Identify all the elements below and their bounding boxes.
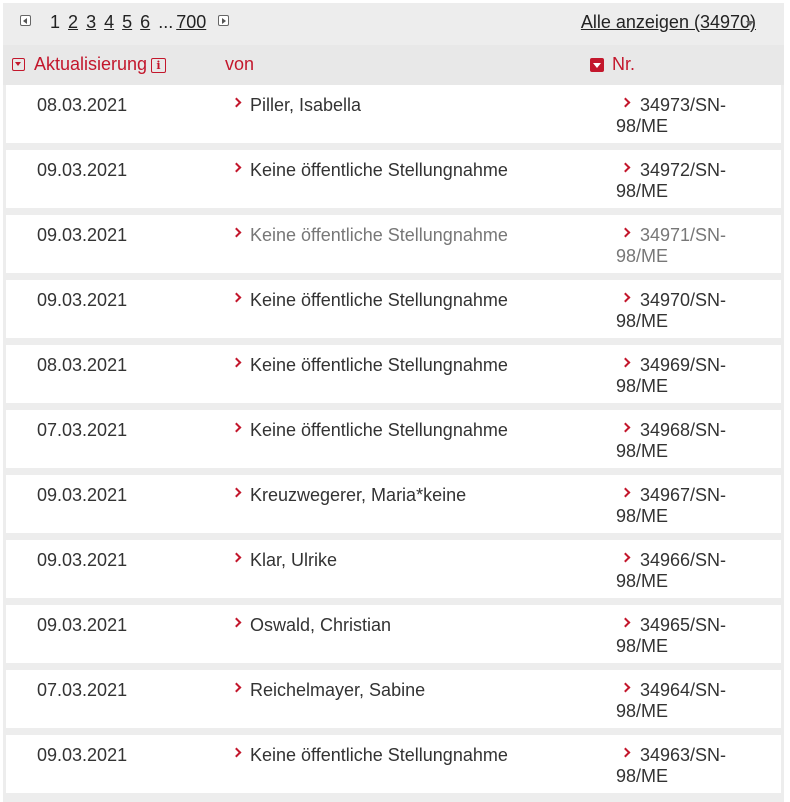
chevron-right-icon [231,357,242,368]
page-ellipsis: ... [158,12,174,32]
row-number-part1: 34965/SN- [640,615,727,635]
row-number-link[interactable]: 34969/SN- 98/ME [616,355,736,397]
row-number-link[interactable]: 34963/SN- 98/ME [616,745,736,787]
chevron-right-icon [231,162,242,173]
row-date: 09.03.2021 [37,550,128,570]
column-header-nr[interactable]: Nr. [612,54,635,75]
row-date: 09.03.2021 [37,290,128,310]
page-links: 1 2 3 4 5 6 ... 700 [50,12,206,33]
table-row: 09.03.2021 Keine öffentliche Stellungnah… [6,215,781,273]
table-row: 09.03.2021 Keine öffentliche Stellungnah… [6,280,781,338]
table-row: 07.03.2021 Reichelmayer, Sabine 34964/SN… [6,670,781,728]
row-number-part2: 98/ME [616,571,669,591]
row-author-link[interactable]: Reichelmayer, Sabine [250,680,425,701]
row-author-link[interactable]: Keine öffentliche Stellungnahme [250,355,508,376]
chevron-right-icon [231,487,242,498]
chevron-right-icon [231,552,242,563]
row-number-link[interactable]: 34967/SN- 98/ME [616,485,736,527]
table-row: 07.03.2021 Keine öffentliche Stellungnah… [6,410,781,468]
row-number-link[interactable]: 34970/SN- 98/ME [616,290,736,332]
column-header-aktualisierung[interactable]: Aktualisierung [34,54,147,75]
table-row: 08.03.2021 Keine öffentliche Stellungnah… [6,345,781,403]
table-row: 09.03.2021 Keine öffentliche Stellungnah… [6,150,781,208]
page-current: 1 [50,12,61,32]
table-row: 09.03.2021 Oswald, Christian 34965/SN- 98… [6,605,781,663]
results-panel: 1 2 3 4 5 6 ... 700 Alle anzeigen (34970)… [3,3,784,802]
sort-active-icon[interactable] [590,58,604,72]
row-author-link[interactable]: Keine öffentliche Stellungnahme [250,745,508,766]
row-number-part2: 98/ME [616,116,669,136]
row-number-part1: 34973/SN- [640,95,727,115]
row-number-part2: 98/ME [616,701,669,721]
row-date: 08.03.2021 [37,95,128,115]
chevron-right-icon [231,97,242,108]
pagination-bar: 1 2 3 4 5 6 ... 700 Alle anzeigen (34970) [3,3,784,43]
row-number-part1: 34970/SN- [640,290,727,310]
row-number-part2: 98/ME [616,311,669,331]
table-row: 09.03.2021 Klar, Ulrike 34966/SN- 98/ME [6,540,781,598]
page-link-6[interactable]: 6 [140,12,150,32]
row-number-link[interactable]: 34973/SN- 98/ME [616,95,736,137]
row-date: 09.03.2021 [37,745,128,765]
table-row: 09.03.2021 Kreuzwegerer, Maria*keine 349… [6,475,781,533]
row-number-link[interactable]: 34968/SN- 98/ME [616,420,736,462]
show-all-link[interactable]: Alle anzeigen (34970) [581,12,756,33]
page-link-4[interactable]: 4 [104,12,114,32]
table-row: 09.03.2021 Keine öffentliche Stellungnah… [6,735,781,793]
info-icon[interactable]: i [151,58,166,73]
row-number-part2: 98/ME [616,636,669,656]
row-number-link[interactable]: 34964/SN- 98/ME [616,680,736,722]
row-number-part1: 34968/SN- [640,420,727,440]
row-number-part1: 34972/SN- [640,160,727,180]
row-number-part2: 98/ME [616,376,669,396]
row-number-part2: 98/ME [616,246,669,266]
sort-toggle-icon[interactable] [12,58,25,71]
row-author-link[interactable]: Piller, Isabella [250,95,361,116]
next-page-icon[interactable] [218,15,229,26]
row-number-part2: 98/ME [616,181,669,201]
column-header-von[interactable]: von [225,54,254,75]
row-number-link[interactable]: 34966/SN- 98/ME [616,550,736,592]
row-author-link[interactable]: Keine öffentliche Stellungnahme [250,225,508,246]
chevron-right-icon [231,292,242,303]
page-link-5[interactable]: 5 [122,12,132,32]
row-author-link[interactable]: Kreuzwegerer, Maria*keine [250,485,466,506]
row-number-part1: 34969/SN- [640,355,727,375]
row-number-part1: 34971/SN- [640,225,727,245]
row-author-link[interactable]: Oswald, Christian [250,615,391,636]
chevron-right-icon [231,422,242,433]
row-date: 09.03.2021 [37,160,128,180]
caret-down-icon[interactable] [746,21,754,26]
chevron-right-icon [231,617,242,628]
row-number-link[interactable]: 34972/SN- 98/ME [616,160,736,202]
row-number-link[interactable]: 34971/SN- 98/ME [616,225,736,267]
row-number-part1: 34964/SN- [640,680,727,700]
row-number-part2: 98/ME [616,766,669,786]
row-date: 09.03.2021 [37,225,128,245]
row-number-part1: 34967/SN- [640,485,727,505]
row-date: 08.03.2021 [37,355,128,375]
page-link-3[interactable]: 3 [86,12,96,32]
row-author-link[interactable]: Keine öffentliche Stellungnahme [250,290,508,311]
row-date: 09.03.2021 [37,485,128,505]
row-number-part2: 98/ME [616,441,669,461]
row-number-part1: 34966/SN- [640,550,727,570]
row-number-part1: 34963/SN- [640,745,727,765]
chevron-right-icon [231,682,242,693]
previous-page-icon[interactable] [20,15,31,26]
chevron-right-icon [231,747,242,758]
row-author-link[interactable]: Keine öffentliche Stellungnahme [250,420,508,441]
table-header: Aktualisierung i von Nr. [3,45,784,85]
page-link-2[interactable]: 2 [68,12,78,32]
row-date: 07.03.2021 [37,680,128,700]
row-date: 07.03.2021 [37,420,128,440]
table-row: 08.03.2021 Piller, Isabella 34973/SN- 98/… [6,85,781,143]
row-author-link[interactable]: Keine öffentliche Stellungnahme [250,160,508,181]
page-link-last[interactable]: 700 [176,12,206,32]
row-number-link[interactable]: 34965/SN- 98/ME [616,615,736,657]
row-date: 09.03.2021 [37,615,128,635]
row-author-link[interactable]: Klar, Ulrike [250,550,337,571]
chevron-right-icon [231,227,242,238]
row-number-part2: 98/ME [616,506,669,526]
